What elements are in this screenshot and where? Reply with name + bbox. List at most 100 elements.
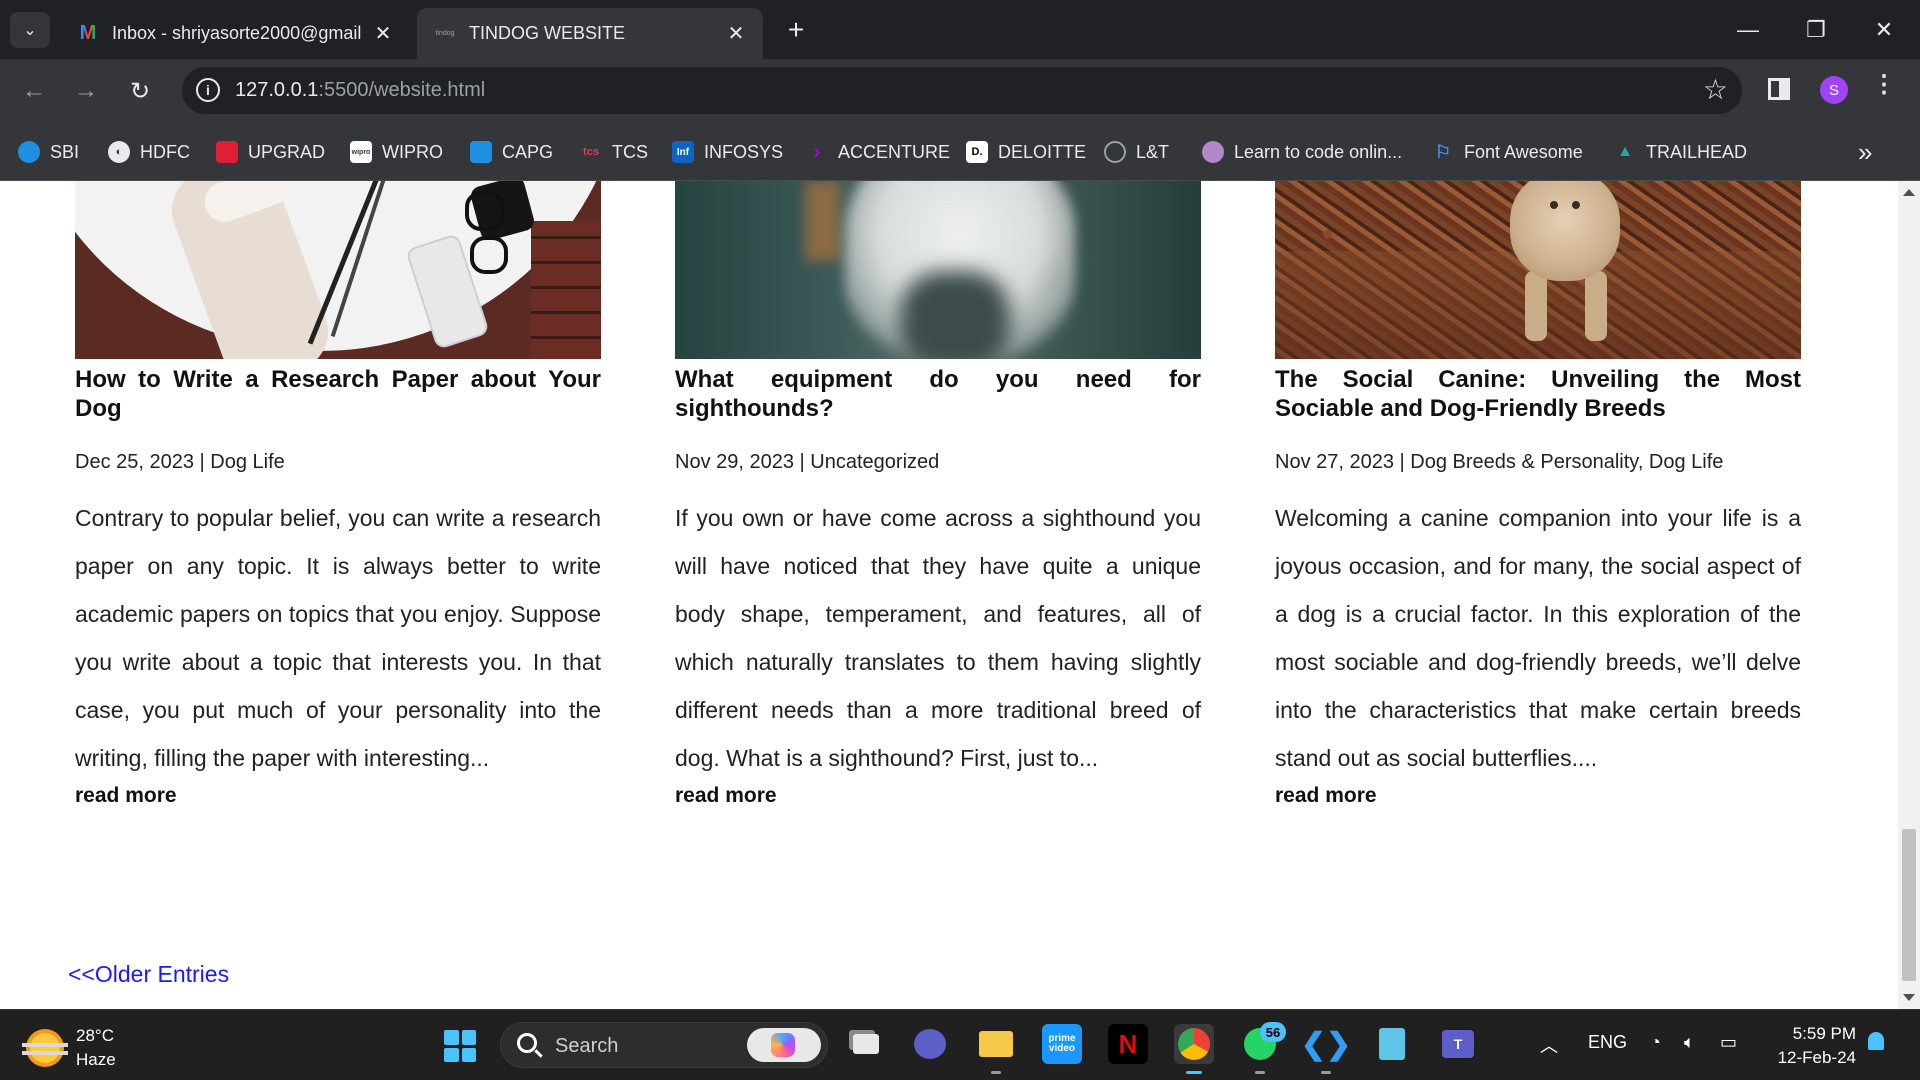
clock-date: 12-Feb-24: [1777, 1048, 1856, 1067]
windows-taskbar: 28°C Haze Search prime video N 56 ❮❯ T ︿ E…: [0, 1009, 1920, 1080]
haze-weather-icon: [22, 1029, 68, 1067]
restore-button[interactable]: ❐: [1796, 10, 1836, 50]
close-window-button[interactable]: ✕: [1864, 10, 1904, 50]
bookmark-learn-to-code[interactable]: Learn to code onlin...: [1202, 138, 1402, 166]
post-title[interactable]: How to Write a Research Paper about Your…: [75, 365, 601, 423]
profile-avatar[interactable]: S: [1820, 76, 1848, 104]
task-view-icon[interactable]: [846, 1024, 886, 1064]
weather-widget[interactable]: 28°C Haze: [22, 1024, 116, 1072]
infosys-icon: Inf: [672, 141, 694, 163]
search-icon: [517, 1033, 537, 1053]
forward-button[interactable]: →: [66, 71, 106, 111]
post-meta: Nov 27, 2023 | Dog Breeds & Personality,…: [1275, 451, 1724, 473]
post-image-desk[interactable]: [75, 181, 601, 359]
bookmark-star-icon[interactable]: ☆: [1703, 73, 1728, 106]
read-more-link[interactable]: read more: [1275, 784, 1801, 808]
meet-chat-icon[interactable]: [910, 1024, 950, 1064]
sbi-icon: [18, 141, 40, 163]
language-indicator[interactable]: ENG: [1588, 1032, 1627, 1053]
post-image-dog-leaves[interactable]: [1275, 181, 1801, 359]
start-button[interactable]: [444, 1030, 476, 1062]
reload-button[interactable]: ↻: [120, 71, 160, 111]
url-text[interactable]: 127.0.0.1:5500/website.html: [235, 79, 485, 102]
blog-post-card: What equipment do you need for sighthoun…: [675, 181, 1201, 808]
close-icon[interactable]: ✕: [725, 21, 747, 46]
browser-tab-bar: ⌄ M Inbox - shriyasorte2000@gmail ✕ tind…: [0, 0, 1920, 59]
post-category[interactable]: Dog Breeds & Personality, Dog Life: [1410, 451, 1723, 473]
tab-tindog[interactable]: tindog TINDOG WEBSITE ✕: [417, 8, 763, 59]
read-more-link[interactable]: read more: [75, 784, 601, 808]
post-date: Nov 27, 2023: [1275, 451, 1394, 473]
wipro-icon: wipro: [350, 141, 372, 163]
bookmark-hdfc[interactable]: ◐ HDFC: [108, 138, 190, 166]
vscode-icon[interactable]: ❮❯: [1301, 1024, 1351, 1074]
lt-icon: [1104, 141, 1126, 163]
notepad-icon[interactable]: [1372, 1024, 1412, 1064]
notification-bell-icon[interactable]: [1868, 1032, 1884, 1050]
hdfc-icon: ◐: [108, 141, 130, 163]
bookmark-deloitte[interactable]: D. DELOITTE: [966, 138, 1086, 166]
wifi-icon[interactable]: ◔: [1650, 1032, 1661, 1053]
page-scrollbar[interactable]: [1898, 181, 1920, 1009]
post-meta: Dec 25, 2023 | Dog Life: [75, 451, 285, 473]
chrome-icon[interactable]: [1174, 1024, 1214, 1074]
volume-icon[interactable]: 🔈︎: [1684, 1032, 1695, 1053]
more-menu-icon[interactable]: ⋮: [1872, 73, 1896, 97]
new-tab-button[interactable]: +: [780, 14, 812, 46]
system-clock[interactable]: 5:59 PM 12-Feb-24: [1770, 1022, 1856, 1070]
prime-video-icon[interactable]: prime video: [1042, 1024, 1082, 1064]
post-category[interactable]: Dog Life: [210, 451, 285, 473]
reload-icon: ↻: [129, 77, 151, 105]
back-button[interactable]: ←: [14, 71, 54, 111]
post-title[interactable]: What equipment do you need for sighthoun…: [675, 365, 1201, 423]
post-category[interactable]: Uncategorized: [810, 451, 939, 473]
show-hidden-icons[interactable]: ︿: [1540, 1032, 1558, 1058]
scroll-up-arrow[interactable]: [1903, 189, 1915, 196]
post-image-dog[interactable]: [675, 181, 1201, 359]
bookmark-lt[interactable]: L&T: [1104, 138, 1169, 166]
tab-gmail[interactable]: M Inbox - shriyasorte2000@gmail ✕: [60, 8, 410, 59]
bookmark-sbi[interactable]: SBI: [18, 138, 79, 166]
file-explorer-icon[interactable]: [976, 1024, 1016, 1074]
post-date: Nov 29, 2023: [675, 451, 794, 473]
bookmark-infosys[interactable]: Inf INFOSYS: [672, 138, 783, 166]
avatar-icon: [1202, 141, 1224, 163]
bookmark-trailhead[interactable]: ▲ TRAILHEAD: [1614, 138, 1747, 166]
search-label: Search: [555, 1035, 619, 1057]
temperature: 28°C: [76, 1026, 114, 1045]
bookmark-capg[interactable]: CAPG: [470, 138, 553, 166]
scroll-thumb[interactable]: [1902, 829, 1916, 981]
browser-toolbar: ← → ↻ i 127.0.0.1:5500/website.html ☆ S …: [0, 59, 1920, 122]
post-title[interactable]: The Social Canine: Unveiling the Most So…: [1275, 365, 1801, 423]
side-panel-icon[interactable]: [1768, 78, 1790, 100]
taskbar-search[interactable]: Search: [500, 1022, 828, 1068]
scroll-down-arrow[interactable]: [1903, 994, 1915, 1001]
blog-post-card: How to Write a Research Paper about Your…: [75, 181, 601, 808]
close-icon[interactable]: ✕: [372, 21, 394, 46]
tab-search-button[interactable]: ⌄: [10, 12, 50, 48]
teams-icon[interactable]: T: [1438, 1024, 1478, 1064]
battery-icon[interactable]: ▭: [1720, 1032, 1737, 1053]
post-date: Dec 25, 2023: [75, 451, 194, 473]
older-entries-link[interactable]: <<Older Entries: [68, 961, 229, 988]
netflix-icon[interactable]: N: [1108, 1024, 1148, 1064]
post-excerpt: If you own or have come across a sightho…: [675, 505, 1201, 771]
minimize-button[interactable]: —: [1728, 10, 1768, 50]
more-bookmarks-icon[interactable]: »: [1858, 137, 1872, 168]
bookmark-font-awesome[interactable]: ⚐ Font Awesome: [1432, 138, 1583, 166]
site-info-icon[interactable]: i: [196, 78, 220, 102]
flag-icon: ⚐: [1434, 141, 1452, 162]
trailhead-icon: ▲: [1617, 143, 1633, 160]
bookmark-tcs[interactable]: tcs TCS: [580, 138, 648, 166]
bookmark-accenture[interactable]: › ACCENTURE: [806, 138, 950, 166]
tab-title: TINDOG WEBSITE: [469, 23, 626, 43]
bookmark-upgrad[interactable]: UPGRAD: [216, 138, 325, 166]
copilot-icon[interactable]: [747, 1028, 821, 1062]
read-more-link[interactable]: read more: [675, 784, 1201, 808]
tab-title: Inbox - shriyasorte2000@gmail: [112, 23, 362, 43]
bookmark-wipro[interactable]: wipro WIPRO: [350, 138, 443, 166]
arrow-right-icon: →: [74, 77, 98, 104]
post-meta: Nov 29, 2023 | Uncategorized: [675, 451, 940, 473]
deloitte-icon: D.: [966, 141, 988, 163]
address-bar[interactable]: i 127.0.0.1:5500/website.html ☆: [182, 67, 1742, 114]
